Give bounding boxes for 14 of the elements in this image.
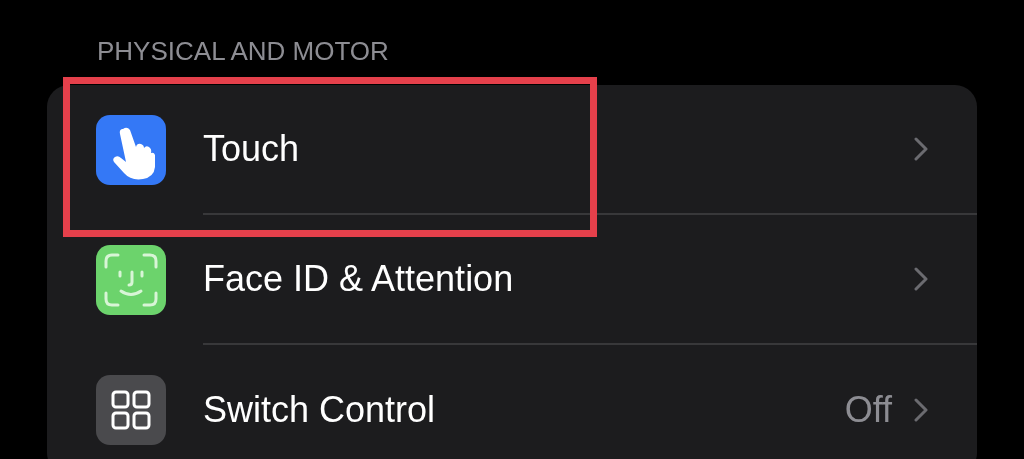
row-label: Touch bbox=[203, 128, 301, 170]
row-label: Face ID & Attention bbox=[203, 258, 515, 300]
chevron-icon bbox=[914, 267, 928, 291]
grid-icon bbox=[96, 375, 166, 445]
settings-row[interactable]: Switch Control Off bbox=[47, 345, 977, 459]
face-scan-icon bbox=[96, 245, 166, 315]
chevron-icon bbox=[914, 398, 928, 422]
settings-row[interactable]: Touch bbox=[47, 85, 977, 215]
section-header: PHYSICAL AND MOTOR bbox=[96, 35, 390, 68]
row-value: Off bbox=[844, 389, 892, 431]
row-label: Switch Control bbox=[203, 389, 437, 431]
chevron-icon bbox=[914, 137, 928, 161]
hand-icon bbox=[96, 115, 166, 185]
settings-row[interactable]: Face ID & Attention bbox=[47, 215, 977, 345]
